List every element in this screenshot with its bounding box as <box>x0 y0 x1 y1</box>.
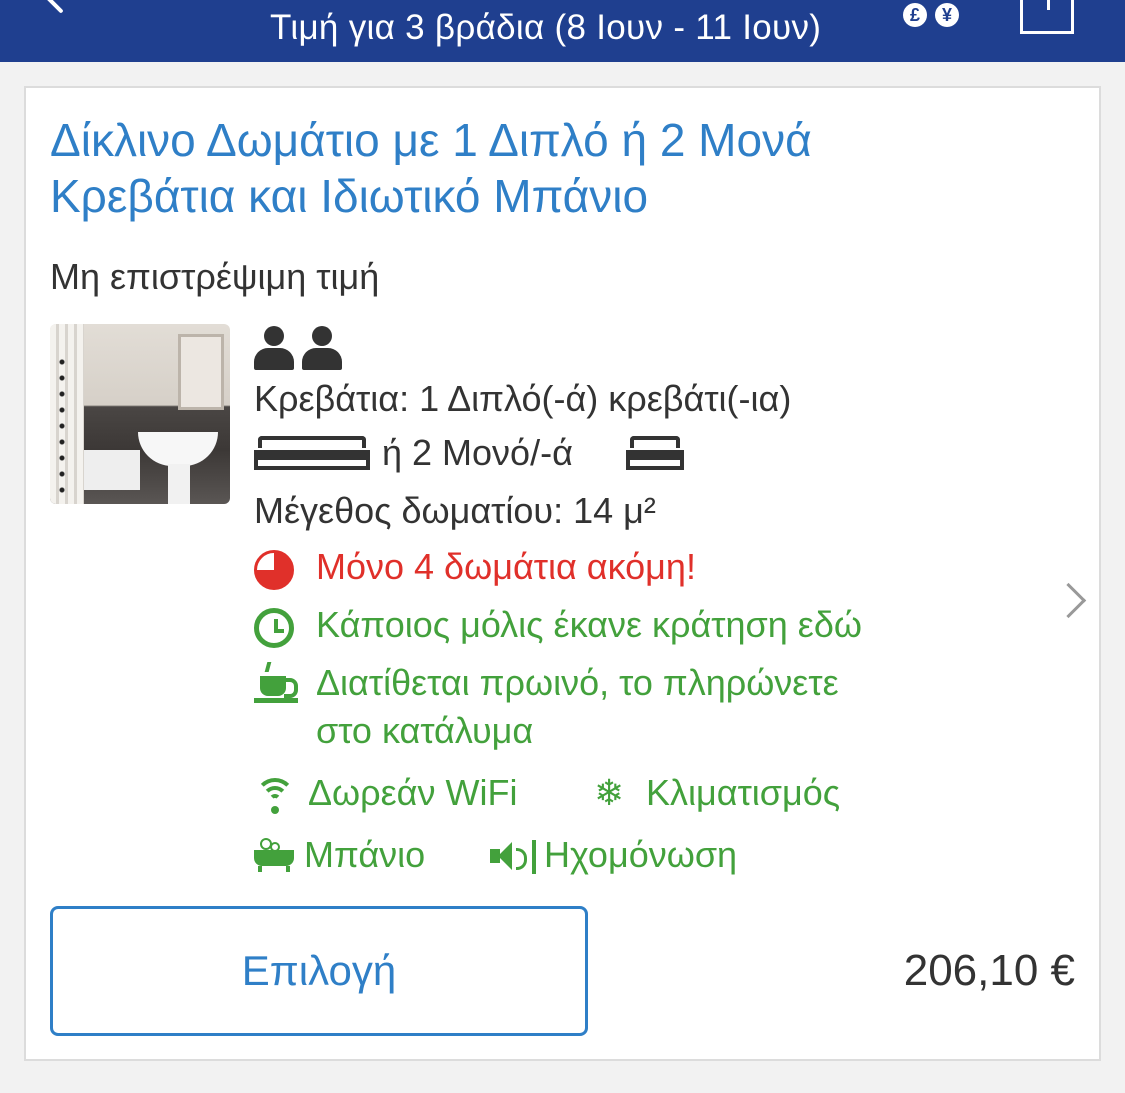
photo-curtain <box>50 324 84 504</box>
page-title: Τιμή για 3 βράδια (8 Ιουν - 11 Ιουν) <box>270 8 822 47</box>
room-title[interactable]: Δίκλινο Δωμάτιο με 1 Διπλό ή 2 Μονά Κρεβ… <box>50 112 950 224</box>
single-bed-icon <box>626 436 684 470</box>
alarm-clock-icon <box>254 608 294 648</box>
breakfast-line-1: Διατίθεται πρωινό, το πληρώνετε <box>316 662 839 703</box>
select-button[interactable]: Επιλογή <box>50 906 588 1036</box>
bed-options: ή 2 Μονό/-ά <box>254 432 854 478</box>
photo-shower <box>84 450 140 490</box>
amenity-ac: ❄ Κλιματισμός <box>594 772 914 818</box>
pound-symbol: £ <box>903 3 927 27</box>
share-icon[interactable] <box>1020 0 1074 34</box>
snowflake-icon: ❄ <box>594 772 625 813</box>
chevron-right-icon[interactable] <box>1050 582 1087 619</box>
bath-label: Μπάνιο <box>304 834 426 875</box>
photo-mirror <box>178 334 224 410</box>
soundproof-label: Ηχομόνωση <box>544 834 738 875</box>
currency-icon[interactable]: £ ¥ <box>903 3 965 27</box>
double-bed-icon <box>254 436 370 470</box>
room-photo[interactable] <box>50 324 230 504</box>
wifi-icon <box>254 776 296 816</box>
guests-icon <box>254 326 344 370</box>
coffee-cup-icon <box>254 662 298 704</box>
scarcity-text: Μόνο 4 δωμάτια ακόμη! <box>316 546 696 587</box>
breakfast-info: Διατίθεται πρωινό, το πληρώνετε στο κατά… <box>254 662 1014 762</box>
beds-info: Κρεβάτια: 1 Διπλό(-ά) κρεβάτι(-ια) <box>254 378 792 419</box>
bathtub-icon <box>254 838 294 874</box>
back-arrow-icon[interactable] <box>20 0 80 40</box>
price-total: 206,10 € <box>903 946 1075 995</box>
beds-alternative: ή 2 Μονό/-ά <box>382 432 573 473</box>
recent-booking-text: Κάποιος μόλις έκανε κράτηση εδώ <box>316 604 862 645</box>
photo-pedestal <box>168 464 190 504</box>
room-size: Μέγεθος δωματίου: 14 μ² <box>254 490 656 531</box>
amenity-soundproof: Ηχομόνωση <box>490 834 810 880</box>
room-card: Δίκλινο Δωμάτιο με 1 Διπλό ή 2 Μονά Κρεβ… <box>24 86 1101 1061</box>
speaker-icon <box>490 840 540 874</box>
photo-sink <box>138 432 218 466</box>
wifi-label: Δωρεάν WiFi <box>308 772 518 813</box>
amenity-wifi: Δωρεάν WiFi <box>254 772 554 818</box>
recent-booking: Κάποιος μόλις έκανε κράτηση εδώ <box>254 604 1014 650</box>
amenity-bath: Μπάνιο <box>254 834 474 880</box>
breakfast-line-2: στο κατάλυμα <box>316 710 534 751</box>
top-bar: Τιμή για 3 βράδια (8 Ιουν - 11 Ιουν) £ ¥ <box>0 0 1125 62</box>
ac-label: Κλιματισμός <box>646 772 841 813</box>
yen-symbol: ¥ <box>935 3 959 27</box>
scarcity-alert: Μόνο 4 δωμάτια ακόμη! <box>254 546 954 592</box>
scarcity-pie-icon <box>254 550 294 590</box>
refund-policy: Μη επιστρέψιμη τιμή <box>50 256 380 297</box>
